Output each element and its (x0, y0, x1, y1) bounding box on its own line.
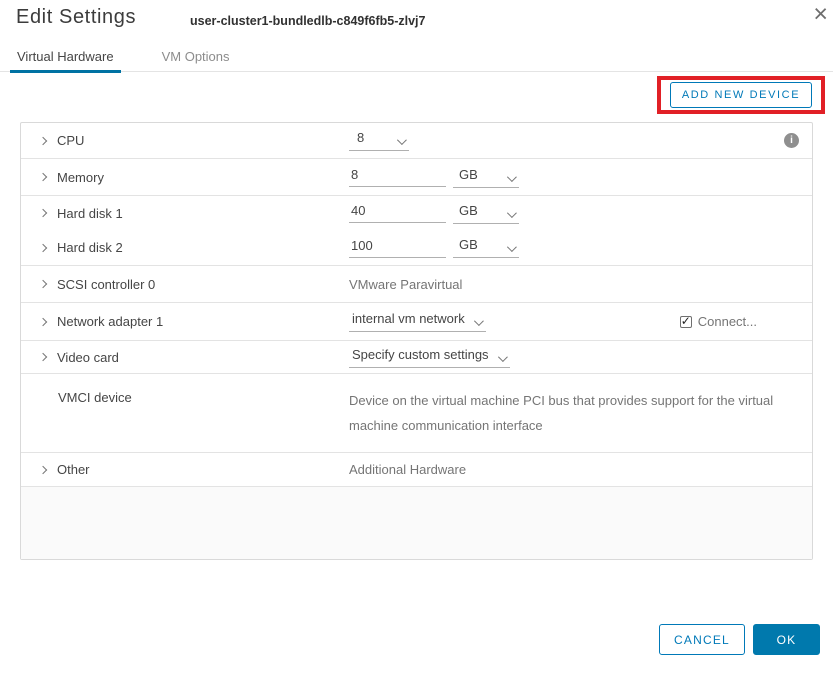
video-settings-value: Specify custom settings (352, 347, 489, 362)
chevron-down-icon (474, 316, 484, 326)
row-video-card: Video card Specify custom settings (21, 341, 812, 374)
expand-chevron-icon[interactable] (39, 136, 47, 144)
scsi-label-cell: SCSI controller 0 (21, 277, 349, 292)
row-vmci-device: VMCI device Device on the virtual machin… (21, 374, 812, 453)
memory-label: Memory (57, 170, 104, 185)
connect-checkbox[interactable] (680, 316, 692, 328)
vmci-label: VMCI device (58, 390, 132, 405)
connect-label: Connect... (698, 314, 757, 329)
row-hard-disk-1: Hard disk 1 GB (21, 196, 812, 231)
hard-disk-2-label-cell: Hard disk 2 (21, 240, 349, 255)
hard-disk-1-size-input[interactable] (349, 203, 446, 223)
vm-name: user-cluster1-bundledlb-c849f6fb5-zlvj7 (190, 14, 425, 28)
expand-chevron-icon[interactable] (39, 317, 47, 325)
dialog-footer: CANCEL OK (659, 624, 820, 655)
chevron-down-icon (498, 352, 508, 362)
memory-unit-select[interactable]: GB (453, 167, 519, 188)
row-memory: Memory GB (21, 159, 812, 196)
network-value: internal vm network (352, 311, 465, 326)
hard-disk-2-size-input[interactable] (349, 238, 446, 258)
video-label-cell: Video card (21, 350, 349, 365)
tab-vm-options[interactable]: VM Options (155, 46, 237, 71)
hard-disk-1-unit-value: GB (459, 203, 478, 218)
row-other: Other Additional Hardware (21, 453, 812, 487)
video-settings-select[interactable]: Specify custom settings (349, 347, 510, 368)
info-icon[interactable]: i (784, 133, 799, 148)
scsi-label: SCSI controller 0 (57, 277, 155, 292)
hard-disk-1-unit-select[interactable]: GB (453, 203, 519, 224)
row-network-adapter: Network adapter 1 internal vm network Co… (21, 303, 812, 341)
annotation-highlight-box: ADD NEW DEVICE (657, 76, 825, 114)
video-label: Video card (57, 350, 119, 365)
expand-chevron-icon[interactable] (39, 244, 47, 252)
cpu-count-value: 8 (357, 130, 364, 145)
hard-disk-2-unit-select[interactable]: GB (453, 237, 519, 258)
hard-disk-1-label-cell: Hard disk 1 (21, 206, 349, 221)
other-label: Other (57, 462, 90, 477)
cpu-count-select[interactable]: 8 (349, 130, 409, 151)
memory-value-input[interactable] (349, 167, 446, 187)
chevron-down-icon (507, 172, 517, 182)
row-cpu: CPU 8 i (21, 123, 812, 159)
table-empty-area (21, 487, 812, 559)
expand-chevron-icon[interactable] (39, 173, 47, 181)
network-label: Network adapter 1 (57, 314, 163, 329)
memory-label-cell: Memory (21, 170, 349, 185)
memory-unit-value: GB (459, 167, 478, 182)
connect-option: Connect... (680, 314, 757, 329)
dialog-title: Edit Settings (16, 6, 136, 29)
vmci-description: Device on the virtual machine PCI bus th… (349, 388, 801, 438)
chevron-down-icon (397, 135, 407, 145)
cpu-label: CPU (57, 133, 84, 148)
virtual-hardware-table: CPU 8 i Memory GB Hard d (20, 122, 813, 560)
other-value: Additional Hardware (349, 462, 466, 477)
network-label-cell: Network adapter 1 (21, 314, 349, 329)
cpu-label-cell: CPU (21, 133, 349, 148)
vmci-label-cell: VMCI device (21, 374, 349, 405)
expand-chevron-icon[interactable] (39, 209, 47, 217)
expand-chevron-icon[interactable] (39, 353, 47, 361)
expand-chevron-icon[interactable] (39, 280, 47, 288)
tab-bar: Virtual Hardware VM Options (0, 46, 833, 72)
scsi-value: VMware Paravirtual (349, 277, 462, 292)
chevron-down-icon (507, 242, 517, 252)
add-new-device-button[interactable]: ADD NEW DEVICE (670, 82, 812, 108)
cancel-button[interactable]: CANCEL (659, 624, 745, 655)
hard-disk-1-label: Hard disk 1 (57, 206, 123, 221)
row-hard-disks: Hard disk 1 GB Hard disk 2 GB (21, 196, 812, 266)
close-icon[interactable]: × (813, 2, 828, 27)
tab-virtual-hardware[interactable]: Virtual Hardware (10, 46, 121, 71)
other-label-cell: Other (21, 462, 349, 477)
network-select[interactable]: internal vm network (349, 311, 486, 332)
row-hard-disk-2: Hard disk 2 GB (21, 231, 812, 266)
hard-disk-2-label: Hard disk 2 (57, 240, 123, 255)
hard-disk-2-unit-value: GB (459, 237, 478, 252)
row-scsi-controller: SCSI controller 0 VMware Paravirtual (21, 266, 812, 303)
expand-chevron-icon[interactable] (39, 465, 47, 473)
ok-button[interactable]: OK (753, 624, 820, 655)
chevron-down-icon (507, 208, 517, 218)
